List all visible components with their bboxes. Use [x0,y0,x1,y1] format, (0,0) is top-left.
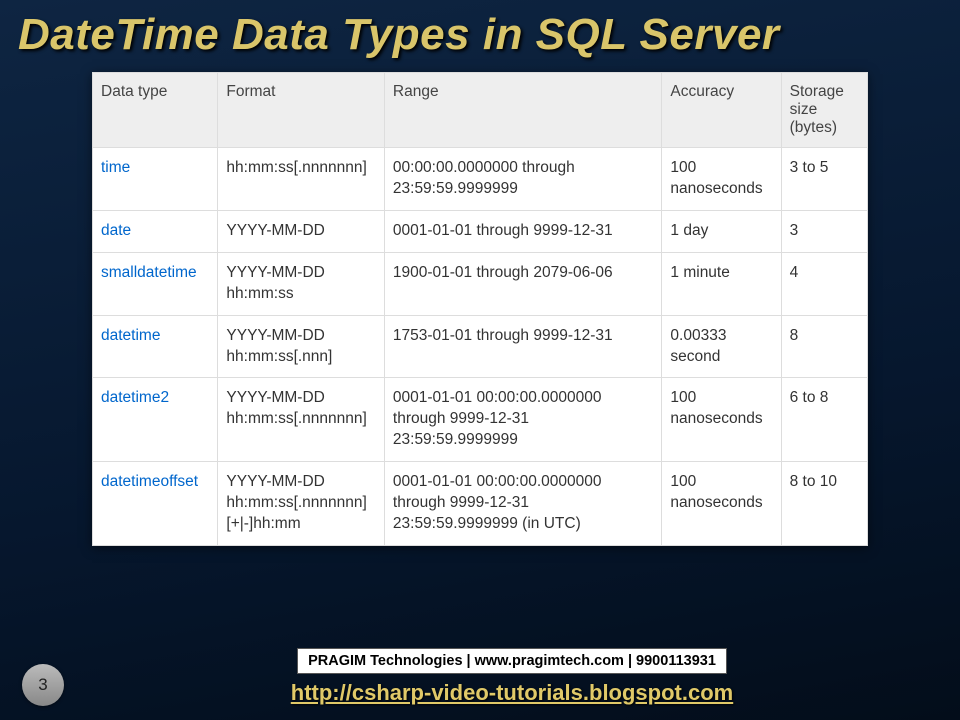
col-header: Data type [93,73,218,148]
accuracy-cell: 1 day [662,210,781,252]
range-cell: 0001-01-01 00:00:00.0000000 through 9999… [384,378,662,462]
col-header: Accuracy [662,73,781,148]
format-cell: YYYY-MM-DD hh:mm:ss[.nnnnnnn] [+|-]hh:mm [218,462,385,546]
col-header: Range [384,73,662,148]
blog-link[interactable]: http://csharp-video-tutorials.blogspot.c… [291,680,733,705]
datatype-cell[interactable]: date [93,210,218,252]
accuracy-cell: 100 nanoseconds [662,462,781,546]
format-cell: YYYY-MM-DD hh:mm:ss [218,252,385,315]
storage-cell: 8 to 10 [781,462,867,546]
slide-footer: 3 PRAGIM Technologies | www.pragimtech.c… [0,648,960,706]
range-cell: 0001-01-01 through 9999-12-31 [384,210,662,252]
storage-cell: 8 [781,315,867,378]
accuracy-cell: 0.00333 second [662,315,781,378]
slide-title: DateTime Data Types in SQL Server [0,0,960,60]
datatypes-table: Data type Format Range Accuracy Storage … [92,72,868,546]
range-cell: 1753-01-01 through 9999-12-31 [384,315,662,378]
storage-cell: 4 [781,252,867,315]
format-cell: YYYY-MM-DD hh:mm:ss[.nnnnnnn] [218,378,385,462]
datatype-cell[interactable]: datetimeoffset [93,462,218,546]
col-header: Storage size (bytes) [781,73,867,148]
format-cell: YYYY-MM-DD [218,210,385,252]
range-cell: 00:00:00.0000000 through 23:59:59.999999… [384,148,662,211]
table-row: timehh:mm:ss[.nnnnnnn]00:00:00.0000000 t… [93,148,868,211]
table-row: dateYYYY-MM-DD0001-01-01 through 9999-12… [93,210,868,252]
datatype-cell[interactable]: datetime2 [93,378,218,462]
datatype-cell[interactable]: smalldatetime [93,252,218,315]
accuracy-cell: 100 nanoseconds [662,148,781,211]
table-row: smalldatetimeYYYY-MM-DD hh:mm:ss1900-01-… [93,252,868,315]
datatype-cell[interactable]: datetime [93,315,218,378]
storage-cell: 6 to 8 [781,378,867,462]
col-header: Format [218,73,385,148]
datatypes-table-container: Data type Format Range Accuracy Storage … [92,72,868,546]
storage-cell: 3 to 5 [781,148,867,211]
table-row: datetimeoffsetYYYY-MM-DD hh:mm:ss[.nnnnn… [93,462,868,546]
table-row: datetime2YYYY-MM-DD hh:mm:ss[.nnnnnnn]00… [93,378,868,462]
range-cell: 1900-01-01 through 2079-06-06 [384,252,662,315]
datatype-cell[interactable]: time [93,148,218,211]
page-number: 3 [22,664,64,706]
format-cell: hh:mm:ss[.nnnnnnn] [218,148,385,211]
pragim-credit: PRAGIM Technologies | www.pragimtech.com… [297,648,727,674]
storage-cell: 3 [781,210,867,252]
accuracy-cell: 100 nanoseconds [662,378,781,462]
table-header-row: Data type Format Range Accuracy Storage … [93,73,868,148]
accuracy-cell: 1 minute [662,252,781,315]
range-cell: 0001-01-01 00:00:00.0000000 through 9999… [384,462,662,546]
format-cell: YYYY-MM-DD hh:mm:ss[.nnn] [218,315,385,378]
table-row: datetimeYYYY-MM-DD hh:mm:ss[.nnn]1753-01… [93,315,868,378]
